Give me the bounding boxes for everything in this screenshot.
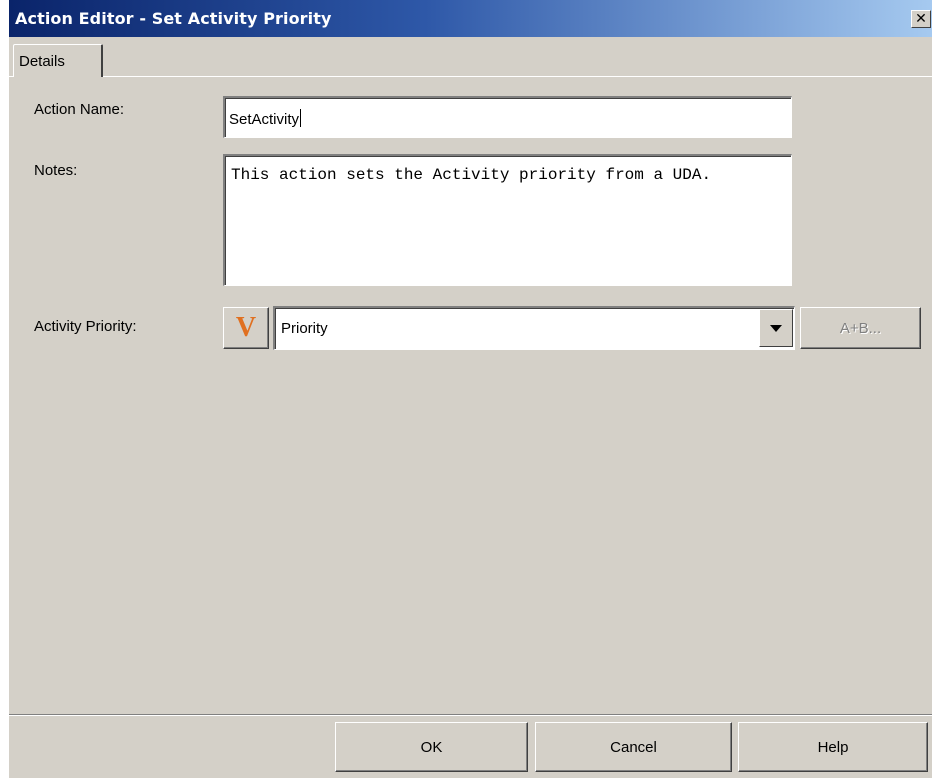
action-editor-dialog: Action Editor - Set Activity Priority ✕ … <box>8 0 932 778</box>
ok-button[interactable]: OK <box>335 722 528 772</box>
tab-details-label: Details <box>19 52 65 70</box>
tab-details[interactable]: Details <box>13 44 103 77</box>
close-icon: ✕ <box>915 11 927 27</box>
tab-divider <box>9 76 932 78</box>
notes-label: Notes: <box>34 162 78 179</box>
help-button-label: Help <box>817 738 849 756</box>
cancel-button-label: Cancel <box>610 738 657 756</box>
ok-button-label: OK <box>420 738 443 756</box>
close-button[interactable]: ✕ <box>911 10 931 28</box>
action-name-value: SetActivity <box>229 111 300 128</box>
variable-icon: V <box>235 312 257 343</box>
expression-builder-label: A+B... <box>839 319 882 337</box>
variable-button[interactable]: V <box>223 307 269 349</box>
cancel-button[interactable]: Cancel <box>535 722 732 772</box>
expression-builder-button[interactable]: A+B... <box>800 307 921 349</box>
action-name-label: Action Name: <box>34 101 125 118</box>
dropdown-button[interactable] <box>759 309 793 347</box>
text-caret <box>300 109 302 127</box>
chevron-down-icon <box>770 324 782 332</box>
footer-divider <box>9 714 932 716</box>
activity-priority-value: Priority <box>281 320 328 337</box>
help-button[interactable]: Help <box>738 722 928 772</box>
title-bar[interactable]: Action Editor - Set Activity Priority ✕ <box>9 0 932 37</box>
notes-textarea[interactable]: This action sets the Activity priority f… <box>223 154 792 286</box>
action-name-input[interactable]: SetActivity <box>223 96 792 138</box>
dialog-title: Action Editor - Set Activity Priority <box>15 9 332 28</box>
activity-priority-label: Activity Priority: <box>34 318 137 335</box>
tab-strip <box>9 37 932 77</box>
activity-priority-select[interactable]: Priority <box>273 306 795 350</box>
